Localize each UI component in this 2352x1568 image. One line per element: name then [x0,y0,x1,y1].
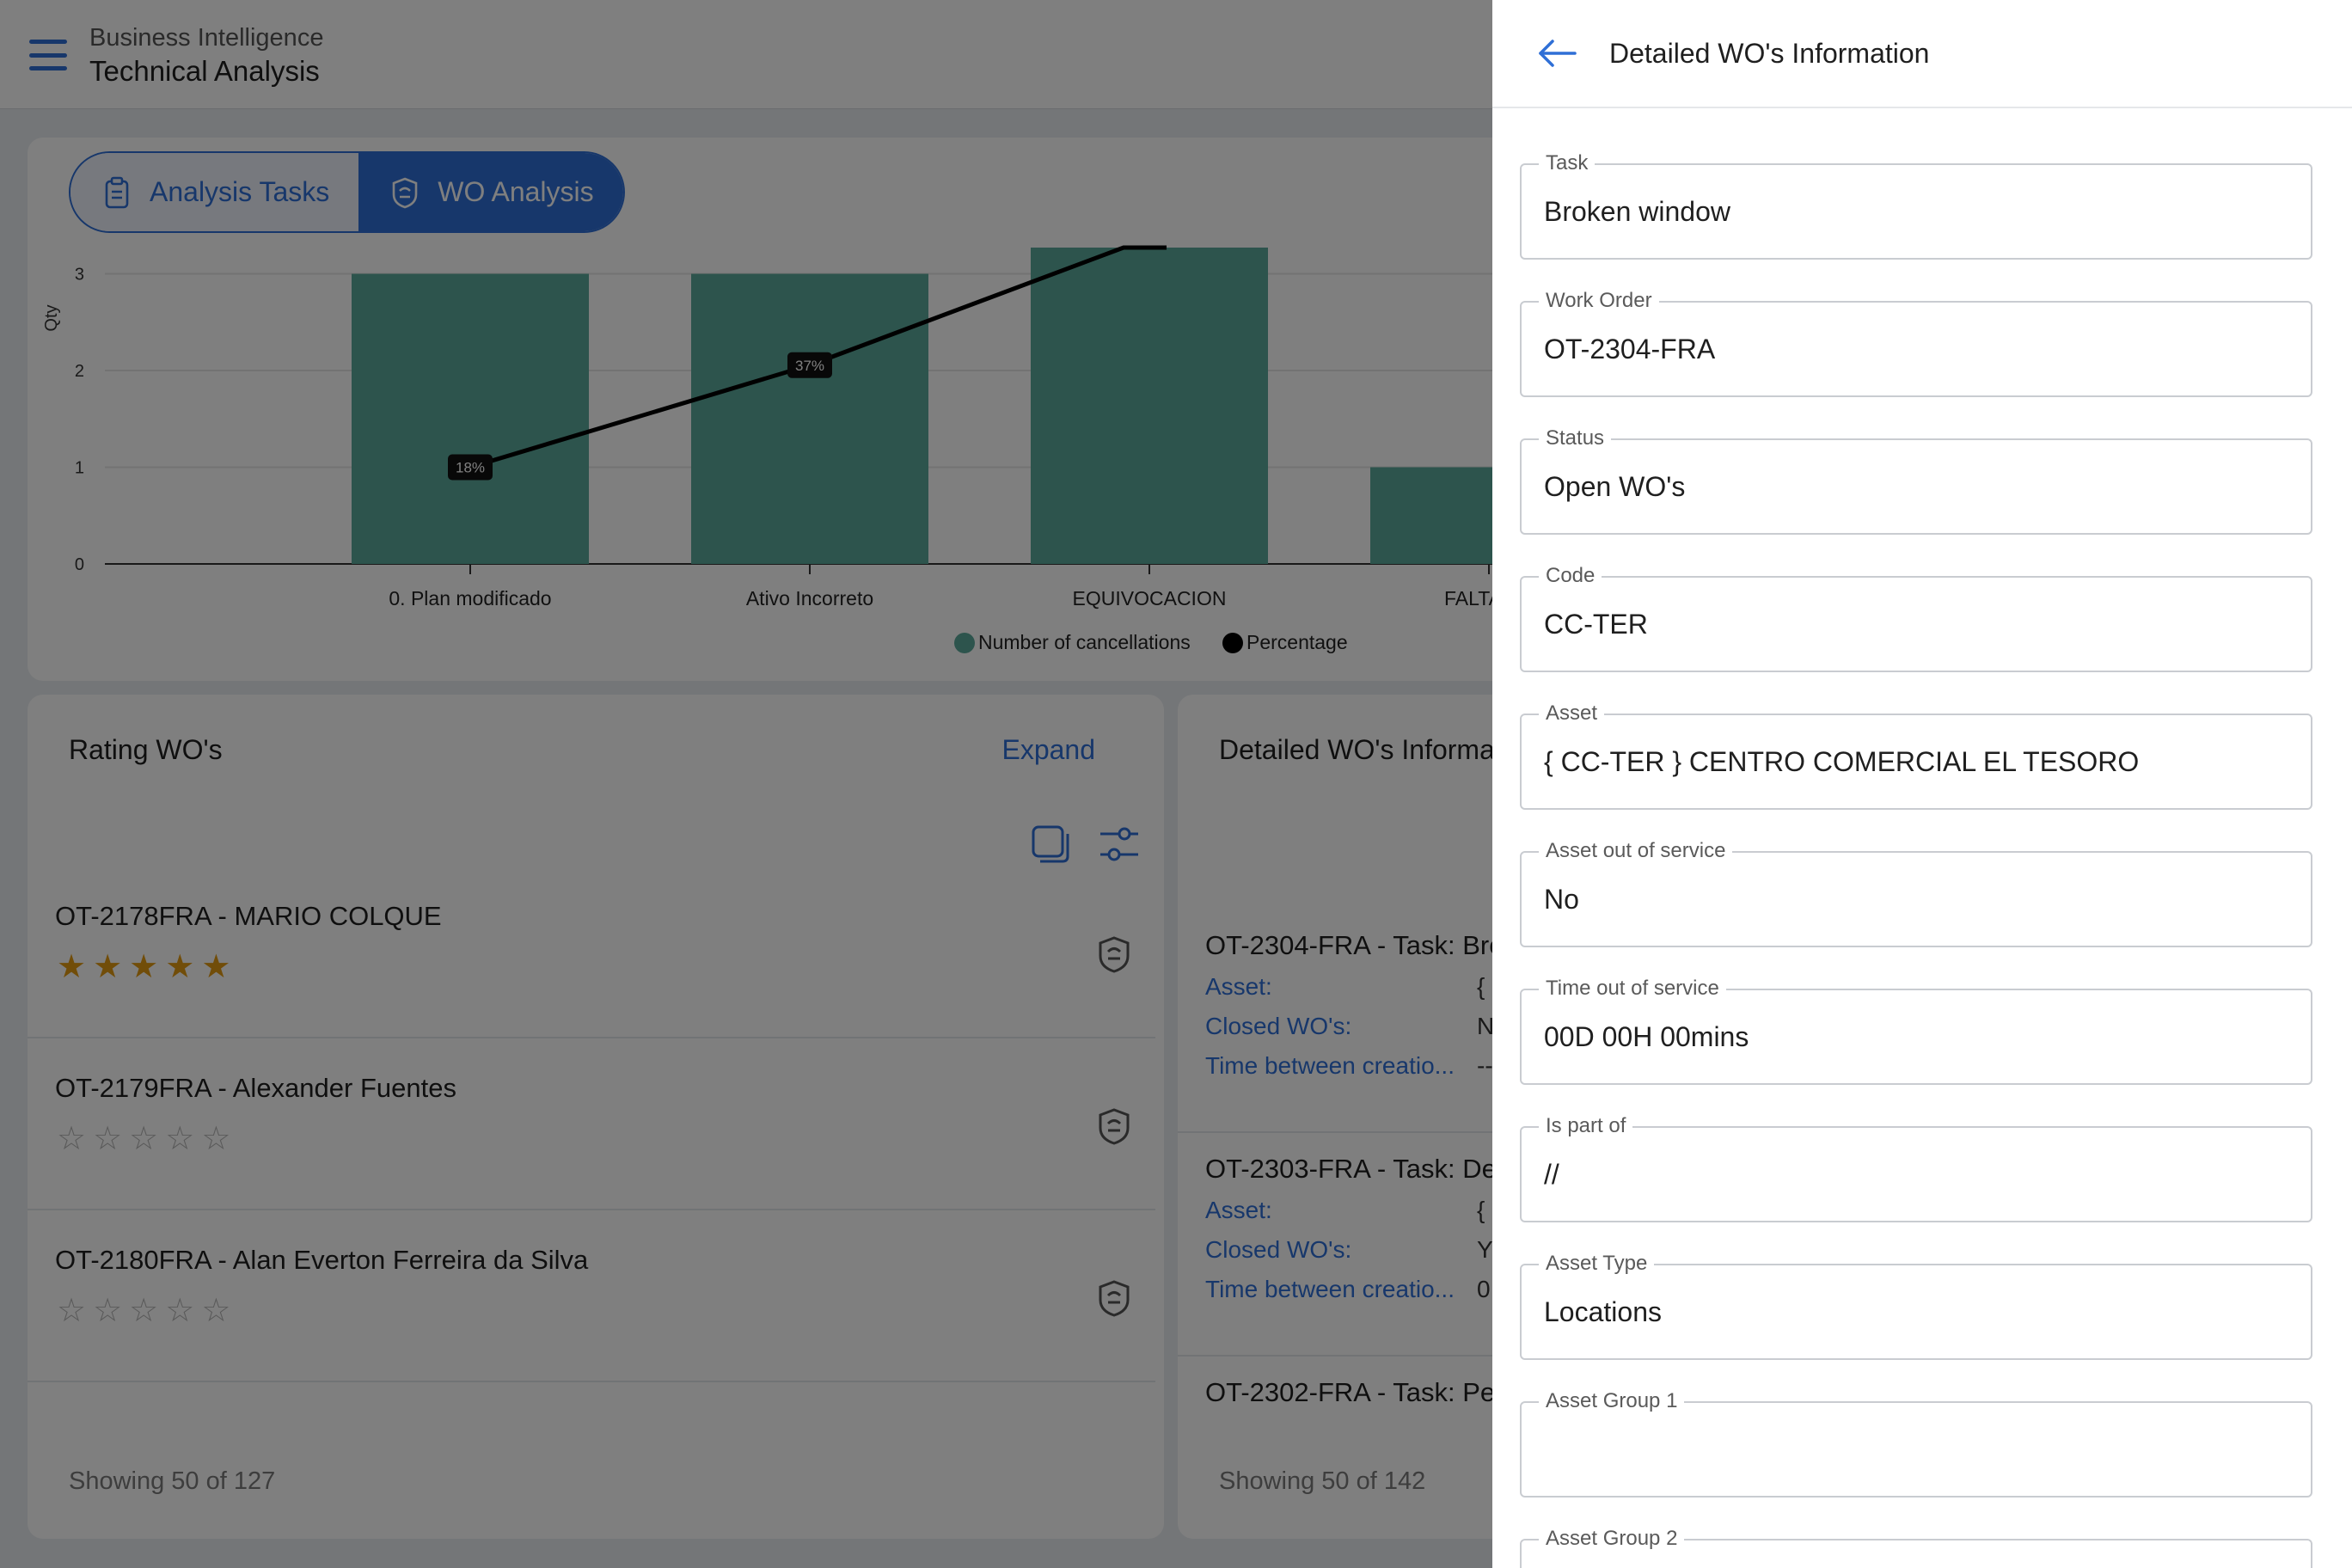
time-out-of-service-value: 00D 00H 00mins [1544,1021,1749,1052]
asset-out-of-service-value: No [1544,884,1579,915]
status-label: Status [1539,426,1612,450]
panel-title: Detailed WO's Information [1609,38,1930,69]
task-value: Broken window [1544,196,1730,227]
panel-header: Detailed WO's Information [1492,0,2352,108]
work-order-field[interactable]: Work Order OT-2304-FRA [1520,289,2312,397]
asset-out-of-service-label: Asset out of service [1539,839,1733,863]
status-value: Open WO's [1544,471,1686,502]
is-part-of-value: // [1544,1159,1559,1190]
task-field[interactable]: Task Broken window [1520,151,2312,260]
code-value: CC-TER [1544,609,1648,640]
work-order-value: OT-2304-FRA [1544,334,1716,364]
asset-label: Asset [1539,701,1605,726]
task-label: Task [1539,151,1596,175]
detail-side-panel: Detailed WO's Information Task Broken win… [1492,0,2352,1568]
status-field[interactable]: Status Open WO's [1520,426,2312,535]
asset-group-2-label: Asset Group 2 [1539,1527,1685,1551]
code-label: Code [1539,564,1602,588]
asset-type-value: Locations [1544,1296,1662,1327]
time-out-of-service-label: Time out of service [1539,977,1726,1001]
work-order-label: Work Order [1539,289,1659,313]
asset-type-label: Asset Type [1539,1252,1655,1276]
code-field[interactable]: Code CC-TER [1520,564,2312,672]
back-arrow-icon[interactable] [1537,36,1578,70]
asset-group-1-field[interactable]: Asset Group 1 [1520,1389,2312,1498]
time-out-of-service-field[interactable]: Time out of service 00D 00H 00mins [1520,977,2312,1085]
asset-group-1-label: Asset Group 1 [1539,1389,1685,1413]
modal-scrim[interactable] [0,0,1492,1568]
asset-field[interactable]: Asset { CC-TER } CENTRO COMERCIAL EL TESO… [1520,701,2312,810]
asset-out-of-service-field[interactable]: Asset out of service No [1520,839,2312,947]
asset-type-field[interactable]: Asset Type Locations [1520,1252,2312,1360]
is-part-of-label: Is part of [1539,1114,1633,1138]
asset-group-2-field[interactable]: Asset Group 2 [1520,1527,2312,1568]
asset-value: { CC-TER } CENTRO COMERCIAL EL TESORO [1544,746,2140,777]
is-part-of-field[interactable]: Is part of // [1520,1114,2312,1222]
